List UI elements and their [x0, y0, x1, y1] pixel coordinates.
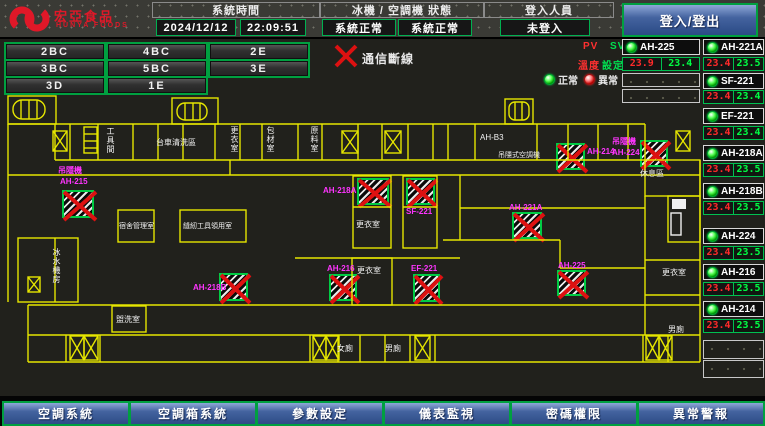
- room-label: 冰水機房: [52, 248, 61, 284]
- room-label: 原料室: [310, 126, 319, 153]
- device-label: SF-221: [406, 207, 432, 216]
- room-label: 女廁: [337, 344, 353, 353]
- room-label: 縫紉工具領用室: [183, 222, 232, 231]
- hmi-screen: 宏亞食品 HUNYA FOODS 系統時間 2024/12/12 22:09:5…: [0, 0, 765, 426]
- device-label: 吊隱機: [58, 166, 82, 175]
- room-label: 男廁: [385, 344, 401, 353]
- device-label: AH-218A: [323, 186, 356, 195]
- device-label: 吊隱機: [612, 137, 636, 146]
- room-label: 男廁: [668, 325, 684, 334]
- device-label: AH-215: [60, 177, 88, 186]
- room-label: 吊隱式空調機: [498, 151, 540, 160]
- device-label: AH-224: [612, 148, 640, 157]
- room-label: 更衣室: [357, 266, 381, 275]
- room-label: 台車清洗區: [156, 138, 196, 147]
- room-label: 宿舍管理室: [119, 222, 154, 231]
- device-label: AH-216: [327, 264, 355, 273]
- room-label: 更衣室: [356, 220, 380, 229]
- device-label: AH-221A: [509, 203, 542, 212]
- device-label: AH-214: [587, 147, 615, 156]
- room-label: 工具間: [106, 127, 115, 154]
- room-label: AH-B3: [480, 133, 504, 142]
- room-label: 休息區: [640, 169, 664, 178]
- floor-plan-svg: [0, 0, 765, 426]
- room-label: 盥洗室: [116, 315, 140, 324]
- room-label: 更衣室: [662, 268, 686, 277]
- device-label: EF-221: [411, 264, 437, 273]
- room-label: 包材室: [266, 126, 275, 153]
- device-label: AH-218B: [193, 283, 226, 292]
- device-label: AH-225: [558, 261, 586, 270]
- room-label: 更衣室: [230, 126, 239, 153]
